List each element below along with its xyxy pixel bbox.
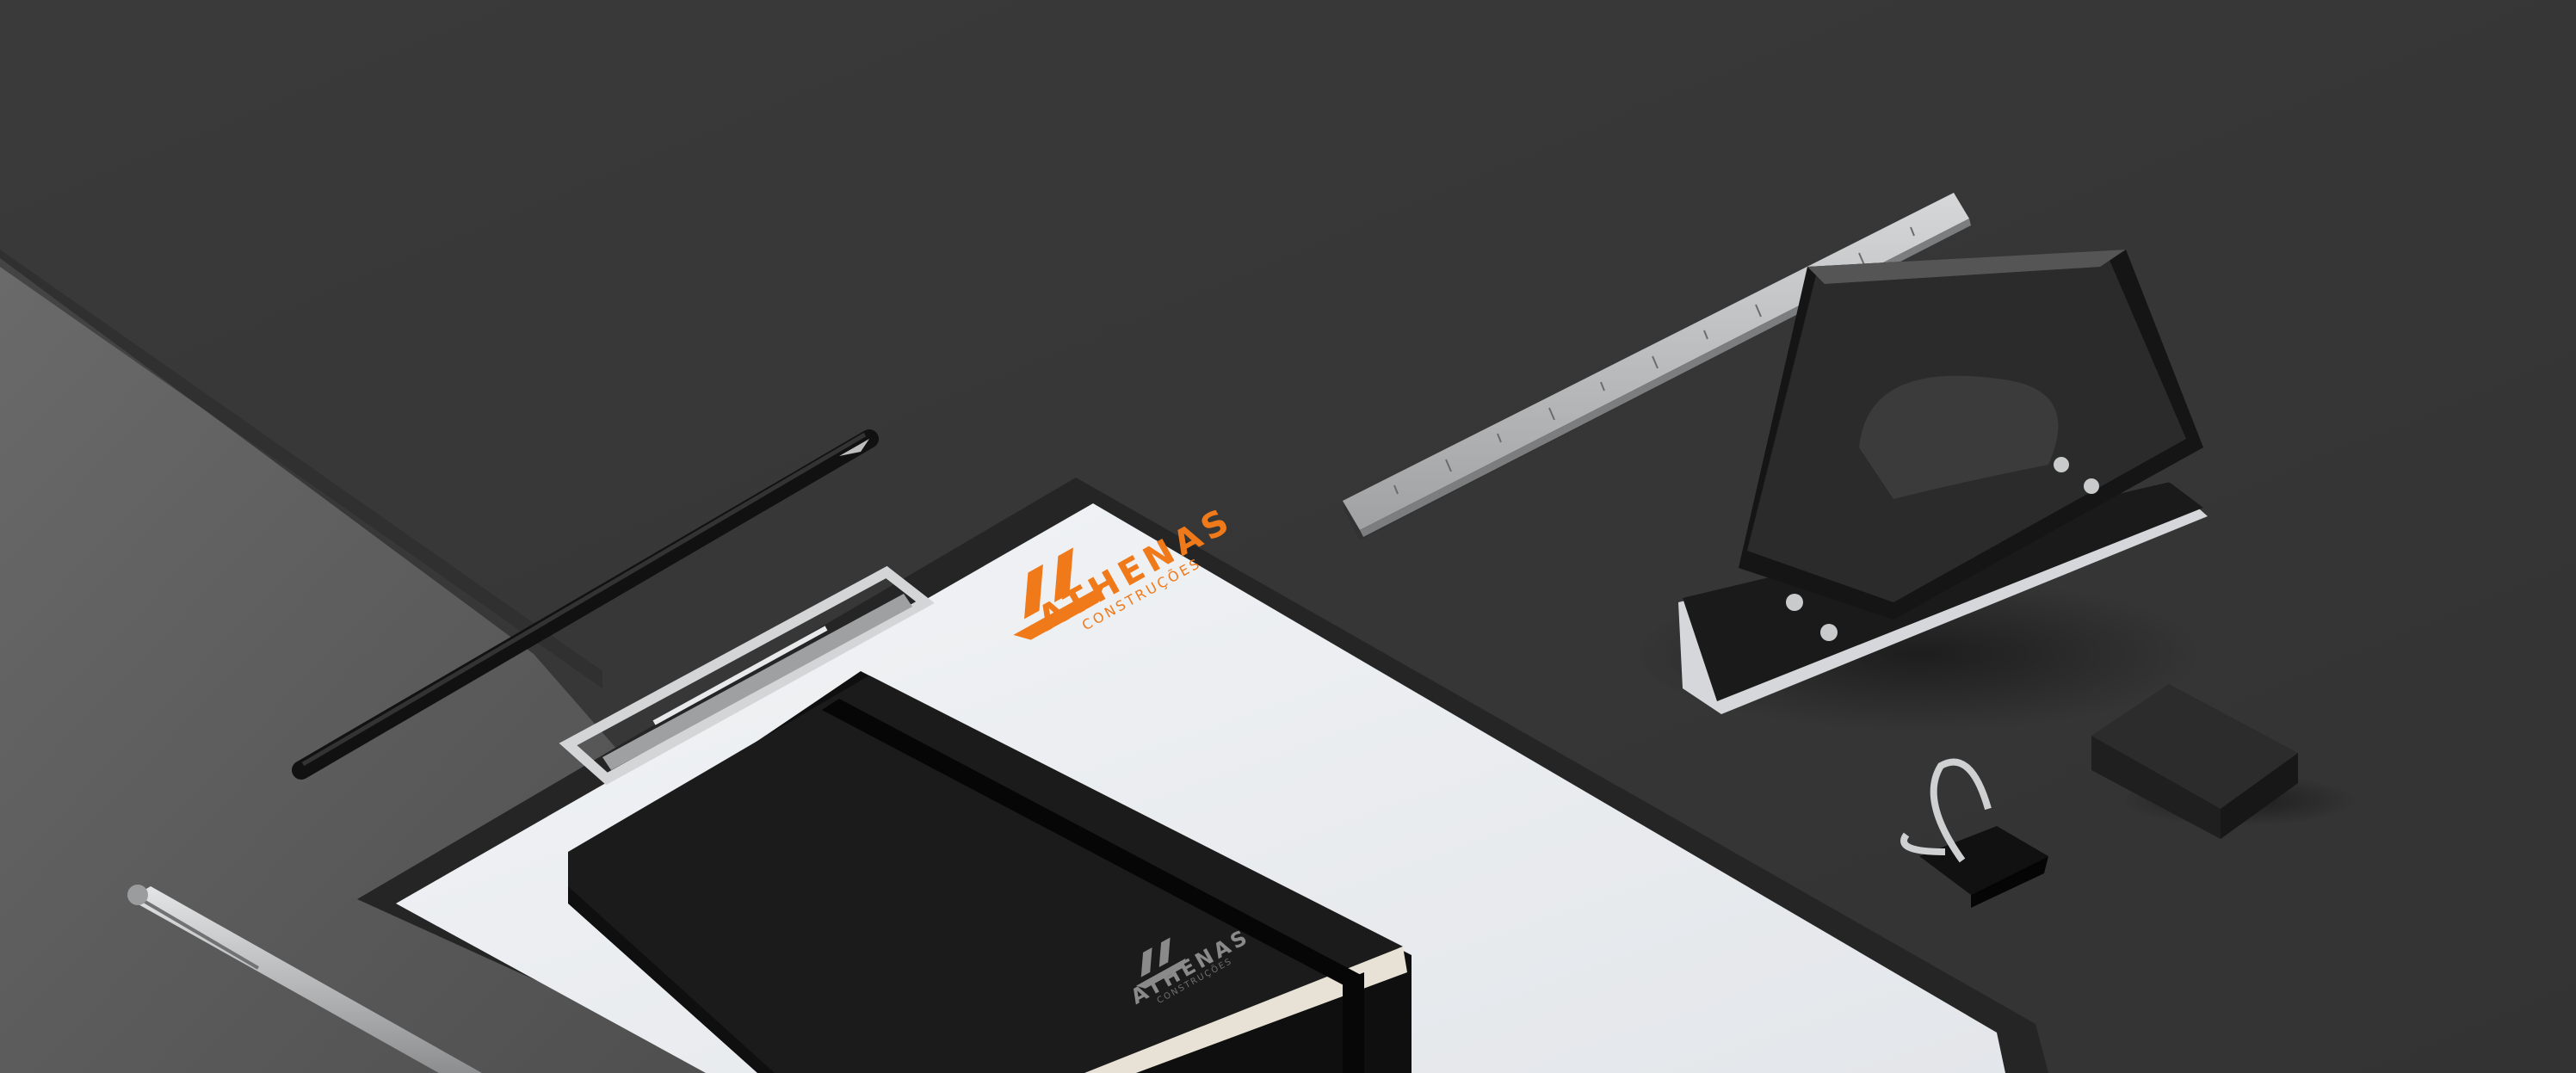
scene-illustration (0, 0, 2576, 1073)
stationery-scene: ATHENAS CONSTRUÇÕES ATHENAS CONSTRUÇÕES (0, 0, 2576, 1073)
